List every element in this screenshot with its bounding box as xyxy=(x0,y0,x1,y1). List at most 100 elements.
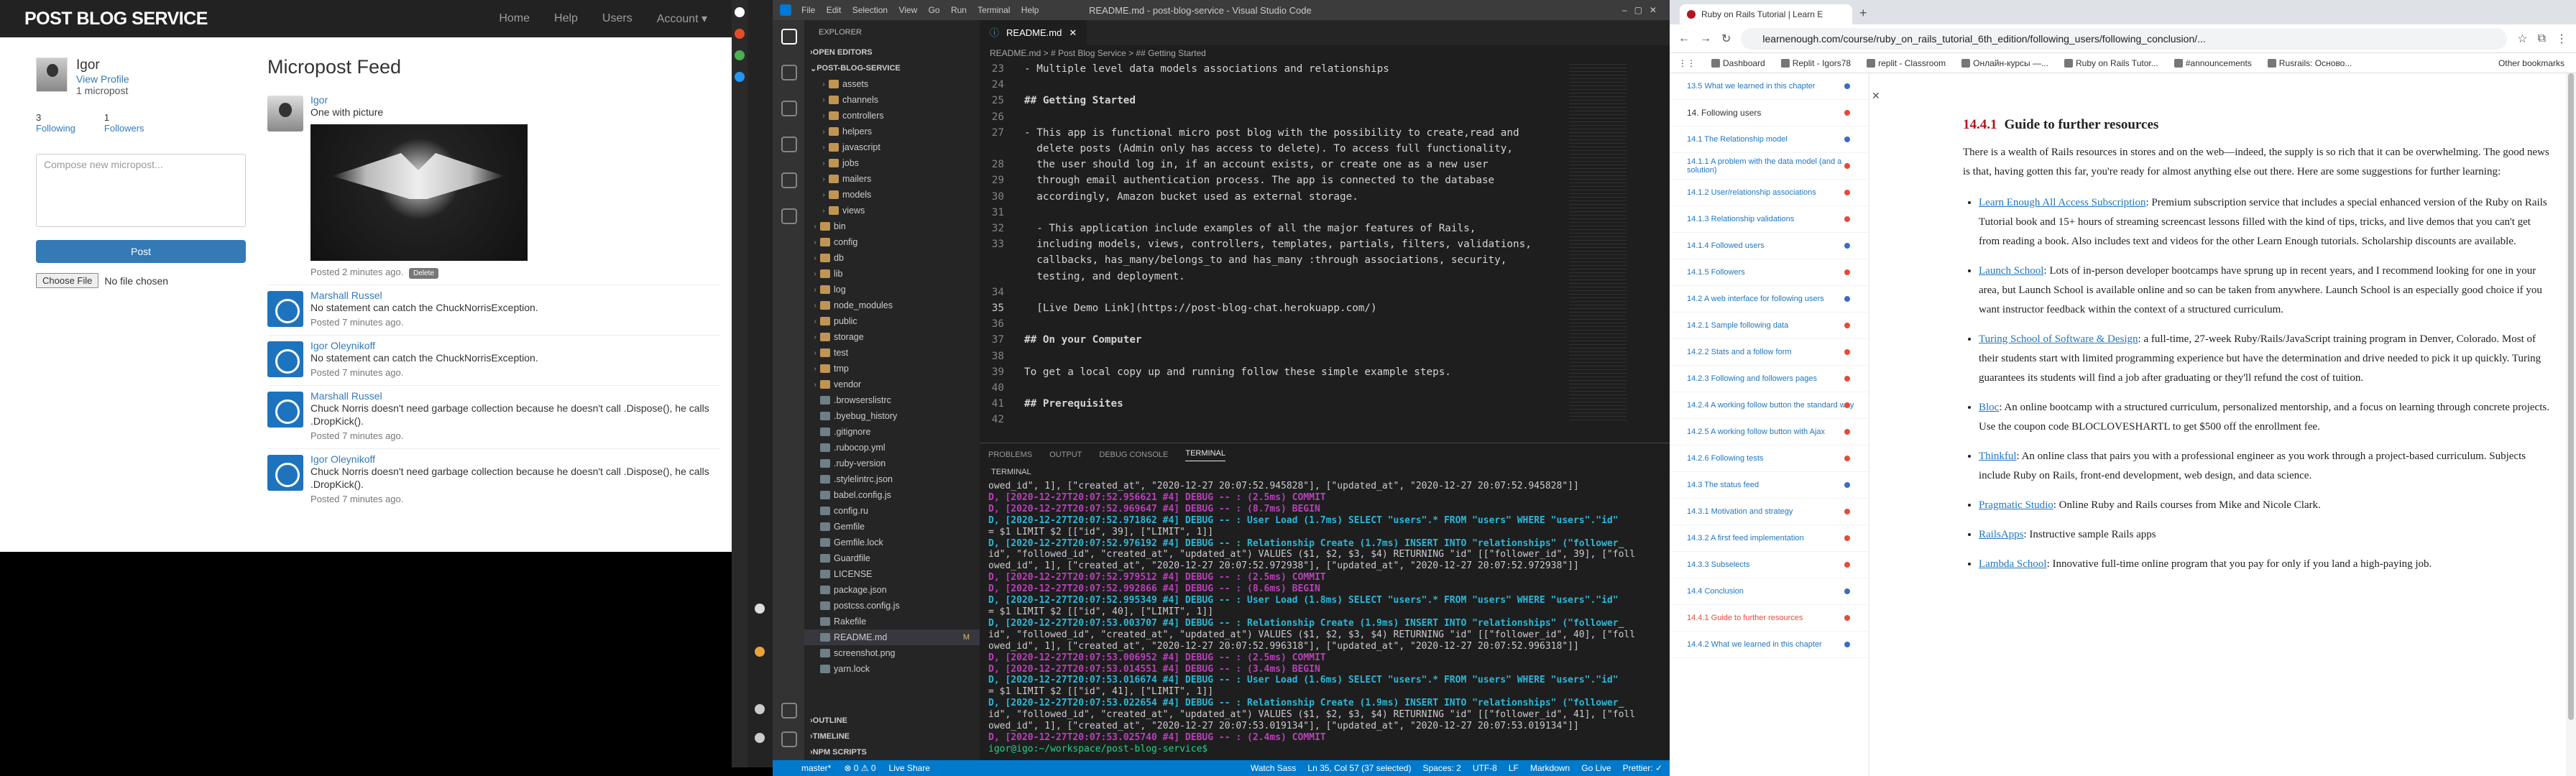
delete-post-button[interactable]: Delete xyxy=(408,268,438,279)
menu-go[interactable]: Go xyxy=(929,5,940,15)
new-tab-button[interactable]: + xyxy=(1859,6,1867,21)
project-section[interactable]: ⌄ POST-BLOG-SERVICE xyxy=(804,60,980,76)
file-item[interactable]: config.ru xyxy=(804,503,980,519)
resource-link[interactable]: Lambda School xyxy=(1979,558,2047,570)
extensions-icon[interactable] xyxy=(781,172,797,188)
folder-item[interactable]: › vendor xyxy=(804,377,980,392)
nav-users-link[interactable]: Users xyxy=(602,12,632,25)
folder-item[interactable]: › assets xyxy=(804,76,980,92)
file-item[interactable]: .ruby-version xyxy=(804,456,980,471)
editor-tab-readme[interactable]: ⓘ README.md ✕ xyxy=(980,20,1087,45)
bookmark-item[interactable]: replit - Classroom xyxy=(1867,58,1946,68)
watch-sass-button[interactable]: Watch Sass xyxy=(1251,763,1297,773)
toc-item[interactable]: 14. Following users xyxy=(1670,100,1869,126)
post-avatar[interactable] xyxy=(267,341,303,377)
browser-tab[interactable]: Ruby on Rails Tutorial | Learn E xyxy=(1680,4,1852,24)
folder-item[interactable]: › javascript xyxy=(804,139,980,155)
live-share-button[interactable]: Live Share xyxy=(889,763,930,773)
other-bookmarks[interactable]: Other bookmarks xyxy=(2498,58,2564,68)
file-item[interactable]: .byebug_history xyxy=(804,408,980,424)
file-item[interactable]: Rakefile xyxy=(804,614,980,629)
close-icon[interactable]: ✕ xyxy=(1069,20,1077,45)
problems-indicator[interactable]: ⊗ 0 ⚠ 0 xyxy=(844,763,875,773)
post-avatar[interactable] xyxy=(267,455,303,491)
toc-item[interactable]: 14.1.5 Followers xyxy=(1670,259,1869,286)
remote-explorer-icon[interactable] xyxy=(781,208,797,224)
dock-app-icon[interactable] xyxy=(735,72,745,82)
toc-item[interactable]: 14.4.2 What we learned in this chapter xyxy=(1670,632,1869,658)
bell-icon[interactable] xyxy=(755,604,765,614)
folder-item[interactable]: › channels xyxy=(804,92,980,108)
reload-icon[interactable]: ↻ xyxy=(1721,32,1731,46)
folder-item[interactable]: › storage xyxy=(804,329,980,345)
bookmark-item[interactable]: Dashboard xyxy=(1711,58,1765,68)
toc-item[interactable]: 14.3.1 Motivation and strategy xyxy=(1670,499,1869,525)
toc-item[interactable]: 14.4.1 Guide to further resources xyxy=(1670,605,1869,632)
toc-item[interactable]: 13.5 What we learned in this chapter xyxy=(1670,73,1869,100)
file-item[interactable]: Gemfile.lock xyxy=(804,535,980,550)
language-mode[interactable]: Markdown xyxy=(1530,763,1570,773)
timeline-section[interactable]: › TIMELINE xyxy=(804,729,980,744)
file-item[interactable]: screenshot.png xyxy=(804,645,980,661)
nav-account-dropdown[interactable]: Account ▾ xyxy=(657,11,707,26)
file-item[interactable]: .stylelintrc.json xyxy=(804,471,980,487)
terminal-output[interactable]: owed_id", 1], ["created_at", "2020-12-27… xyxy=(988,481,1657,755)
file-item[interactable]: .gitignore xyxy=(804,424,980,440)
file-item[interactable]: Guardfile xyxy=(804,550,980,566)
toc-item[interactable]: 14.3.2 A first feed implementation xyxy=(1670,525,1869,552)
resource-link[interactable]: Pragmatic Studio xyxy=(1979,499,2053,511)
resource-link[interactable]: RailsApps xyxy=(1979,529,2024,540)
folder-item[interactable]: › views xyxy=(804,203,980,218)
toc-item[interactable]: 14.2.1 Sample following data xyxy=(1670,313,1869,339)
line-ending[interactable]: LF xyxy=(1509,763,1519,773)
account-icon[interactable] xyxy=(781,703,797,719)
volume-icon[interactable] xyxy=(755,733,765,743)
post-avatar[interactable] xyxy=(267,392,303,428)
toc-item[interactable]: 14.2.2 Stats and a follow form xyxy=(1670,339,1869,366)
toc-item[interactable]: 14.2 A web interface for following users xyxy=(1670,286,1869,313)
folder-item[interactable]: › public xyxy=(804,313,980,329)
prettier-status[interactable]: Prettier: ✓ xyxy=(1623,763,1662,773)
post-author-link[interactable]: Igor xyxy=(310,94,720,106)
file-item[interactable]: .rubocop.yml xyxy=(804,440,980,456)
blog-brand-logo[interactable]: POST BLOG SERVICE xyxy=(24,9,474,29)
open-editors-section[interactable]: › OPEN EDITORS xyxy=(804,45,980,60)
menu-help[interactable]: Help xyxy=(1021,5,1039,15)
go-live-button[interactable]: Go Live xyxy=(1581,763,1611,773)
toc-item[interactable]: 14.1.1 A problem with the data model (an… xyxy=(1670,153,1869,180)
post-avatar[interactable] xyxy=(267,96,303,131)
gear-icon[interactable] xyxy=(781,731,797,747)
toc-item[interactable]: 14.4 Conclusion xyxy=(1670,578,1869,605)
back-icon[interactable]: ← xyxy=(1678,32,1690,45)
file-item[interactable]: postcss.config.js xyxy=(804,598,980,614)
menu-file[interactable]: File xyxy=(801,5,815,15)
window-controls[interactable]: –▢✕ xyxy=(1622,5,1664,15)
file-item[interactable]: LICENSE xyxy=(804,566,980,582)
indentation[interactable]: Spaces: 2 xyxy=(1422,763,1460,773)
minimap[interactable] xyxy=(1569,61,1627,420)
resource-link[interactable]: Launch School xyxy=(1979,265,2043,277)
post-author-link[interactable]: Igor Oleynikoff xyxy=(310,453,720,465)
folder-item[interactable]: › mailers xyxy=(804,171,980,187)
source-control-icon[interactable] xyxy=(781,101,797,116)
cursor-position[interactable]: Ln 35, Col 57 (37 selected) xyxy=(1307,763,1411,773)
folder-item[interactable]: › lib xyxy=(804,266,980,282)
page-scrollbar[interactable] xyxy=(2566,73,2576,776)
encoding[interactable]: UTF-8 xyxy=(1473,763,1497,773)
folder-item[interactable]: › db xyxy=(804,250,980,266)
folder-item[interactable]: › tmp xyxy=(804,361,980,377)
explorer-icon[interactable] xyxy=(781,29,797,45)
choose-file-button[interactable]: Choose File xyxy=(36,273,99,288)
post-avatar[interactable] xyxy=(267,291,303,327)
toc-item[interactable]: 14.1.2 User/relationship associations xyxy=(1670,180,1869,206)
nav-help-link[interactable]: Help xyxy=(554,12,578,25)
apps-icon[interactable]: ⋮⋮ xyxy=(1678,58,1696,68)
menu-run[interactable]: Run xyxy=(951,5,967,15)
tab-debug-console[interactable]: DEBUG CONSOLE xyxy=(1099,451,1168,459)
bookmark-item[interactable]: #announcements xyxy=(2174,58,2252,68)
bookmark-item[interactable]: Replit - Igors78 xyxy=(1780,58,1851,68)
file-item[interactable]: yarn.lock xyxy=(804,661,980,677)
file-item[interactable]: .browserslistrc xyxy=(804,392,980,408)
dock-app-icon[interactable] xyxy=(735,50,745,60)
address-bar[interactable]: learnenough.com/course/ruby_on_rails_tut… xyxy=(1741,27,2508,50)
